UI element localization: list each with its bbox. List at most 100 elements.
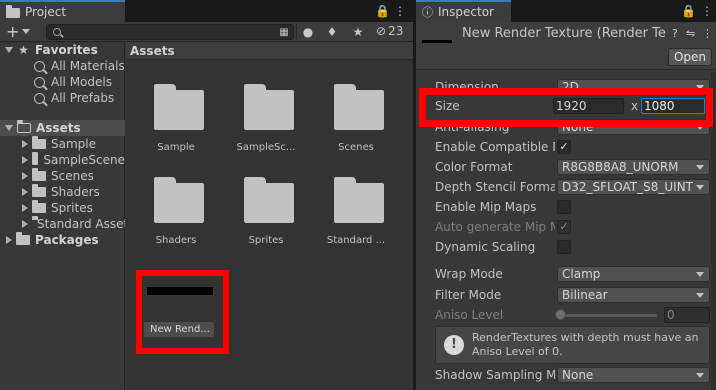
hidden-packages-toggle[interactable]: ⊘ 23 — [376, 24, 403, 38]
folder-icon — [16, 232, 30, 245]
wrap-mode-dropdown[interactable]: Clamp — [557, 266, 710, 282]
tree-item-label: All Models — [51, 75, 112, 89]
anti-aliasing-label: Anti-aliasing — [435, 120, 510, 134]
row-size: Size 1920 x 1080 — [416, 97, 716, 115]
project-tabbar: Project 🔒 ⋮ — [0, 0, 413, 22]
lock-icon[interactable]: 🔒 — [375, 4, 390, 18]
filter-mode-dropdown[interactable]: Bilinear — [557, 287, 710, 303]
menu-icon[interactable]: ⋮ — [701, 4, 713, 18]
dimension-label: Dimension — [435, 80, 499, 94]
folder-icon — [32, 136, 46, 149]
shadow-sampling-dropdown[interactable]: None — [557, 367, 710, 383]
menu-icon[interactable]: ⋮ — [702, 27, 713, 40]
folder-icon — [32, 200, 46, 213]
asset-folder-sample[interactable]: Sample — [139, 84, 209, 170]
asset-render-texture[interactable]: New Rend... — [142, 279, 220, 339]
chevron-right-icon[interactable] — [22, 188, 28, 196]
row-mip-maps: Enable Mip Maps — [416, 198, 716, 216]
inspector-scrollbar[interactable] — [711, 72, 716, 390]
search-by-type-icon[interactable]: ▦ — [276, 25, 292, 41]
row-aniso-level: Aniso Level 0 — [416, 306, 716, 324]
size-height-field[interactable]: 1080 — [641, 98, 705, 114]
row-shadow-sampling: Shadow Sampling Mo None — [416, 366, 716, 384]
help-icon[interactable]: ? — [672, 27, 678, 40]
chevron-down-icon[interactable] — [22, 29, 30, 34]
aniso-slider-handle — [555, 309, 566, 320]
tree-item-label: Sprites — [51, 201, 93, 215]
tree-favorite-all-prefabs[interactable]: All Prefabs — [0, 90, 125, 106]
tree-item-label: Shaders — [51, 185, 100, 199]
star-icon: ★ — [18, 43, 29, 57]
tab-inspector[interactable]: ⓘ Inspector — [416, 0, 511, 22]
chevron-right-icon[interactable] — [22, 156, 28, 164]
inspector-tabbar: ⓘ Inspector 🔒 ⋮ — [416, 0, 716, 22]
shadow-sampling-label: Shadow Sampling Mo — [435, 368, 555, 382]
depth-stencil-dropdown[interactable]: D32_SFLOAT_S8_UINT — [557, 179, 710, 195]
help-text: RenderTextures with depth must have an A… — [472, 331, 699, 358]
chevron-down-icon[interactable] — [5, 47, 13, 53]
aniso-level-field: 0 — [664, 307, 710, 323]
depth-stencil-label: Depth Stencil Format — [435, 180, 555, 194]
asset-label: Standard ... — [326, 235, 386, 246]
mip-maps-checkbox[interactable] — [557, 200, 571, 214]
mip-maps-label: Enable Mip Maps — [435, 200, 537, 214]
add-button[interactable]: + — [6, 23, 19, 41]
breadcrumb-assets[interactable]: Assets — [130, 44, 175, 58]
filter-by-type-icon[interactable]: ● — [300, 24, 316, 40]
auto-mip-checkbox: ✓ — [557, 220, 571, 234]
chevron-down-icon[interactable] — [5, 125, 13, 131]
asset-folder-scenes[interactable]: Scenes — [319, 84, 389, 170]
row-anti-aliasing: Anti-aliasing None — [416, 118, 716, 136]
open-button[interactable]: Open — [668, 48, 712, 66]
anti-aliasing-dropdown[interactable]: None — [557, 119, 710, 135]
wrap-mode-label: Wrap Mode — [435, 267, 503, 281]
tree-assets[interactable]: Assets — [0, 120, 125, 136]
color-format-label: Color Format — [435, 160, 513, 174]
star-icon[interactable]: ★ — [350, 24, 366, 40]
folder-icon — [244, 177, 294, 223]
tab-project[interactable]: Project — [0, 0, 125, 22]
tree-folder-standard-assets[interactable]: Standard Assets — [0, 216, 125, 232]
folder-icon — [154, 84, 204, 130]
tree-folder-sample[interactable]: Sample — [0, 136, 125, 152]
tree-favorites[interactable]: ★ Favorites — [0, 42, 125, 58]
search-input[interactable] — [46, 24, 294, 40]
color-format-dropdown[interactable]: R8G8B8A8_UNORM — [557, 159, 710, 175]
asset-folder-standard-assets[interactable]: Standard ... — [319, 177, 389, 263]
chevron-right-icon[interactable] — [6, 236, 12, 244]
enable-compatible-label: Enable Compatible Fo — [435, 140, 555, 154]
tree-folder-scenes[interactable]: Scenes — [0, 168, 125, 184]
chevron-right-icon[interactable] — [22, 172, 28, 180]
asset-folder-sprites[interactable]: Sprites — [229, 177, 299, 263]
tree-favorite-all-materials[interactable]: All Materials — [0, 58, 125, 74]
tree-packages[interactable]: Packages — [0, 232, 125, 248]
settings-icon[interactable]: ⇋ — [686, 27, 695, 40]
chevron-right-icon[interactable] — [22, 140, 28, 148]
dimension-dropdown[interactable]: 2D — [557, 79, 710, 95]
folder-tree: ★ Favorites All Materials All Models All… — [0, 42, 125, 390]
info-icon: ⓘ — [422, 6, 433, 19]
dynamic-scaling-label: Dynamic Scaling — [435, 240, 536, 254]
chevron-right-icon[interactable] — [22, 204, 28, 212]
tree-assets-label: Assets — [36, 121, 81, 135]
chevron-right-icon[interactable] — [22, 220, 28, 228]
tree-item-label: Standard Assets — [37, 217, 125, 231]
tree-folder-samplescene[interactable]: SampleScene — [0, 152, 125, 168]
search-icon — [53, 28, 61, 36]
tree-folder-sprites[interactable]: Sprites — [0, 200, 125, 216]
project-toolbar: + ▦ ● ♦ ★ ⊘ 23 — [0, 22, 413, 42]
inspector-window: ⓘ Inspector 🔒 ⋮ New Render Texture (Rend… — [416, 0, 716, 390]
tag-icon[interactable]: ♦ — [324, 24, 340, 40]
tree-favorite-all-models[interactable]: All Models — [0, 74, 125, 90]
menu-icon[interactable]: ⋮ — [394, 4, 406, 18]
enable-compatible-checkbox[interactable]: ✓ — [557, 140, 571, 154]
lock-icon[interactable]: 🔒 — [681, 4, 696, 18]
folder-icon — [32, 184, 46, 197]
dynamic-scaling-checkbox[interactable] — [557, 240, 571, 254]
tree-folder-shaders[interactable]: Shaders — [0, 184, 125, 200]
asset-folder-samplescene[interactable]: SampleSc... — [229, 84, 299, 170]
asset-folder-shaders[interactable]: Shaders — [139, 177, 209, 263]
size-width-field[interactable]: 1920 — [553, 98, 624, 114]
folder-icon — [244, 84, 294, 130]
hidden-count: 23 — [388, 24, 404, 38]
